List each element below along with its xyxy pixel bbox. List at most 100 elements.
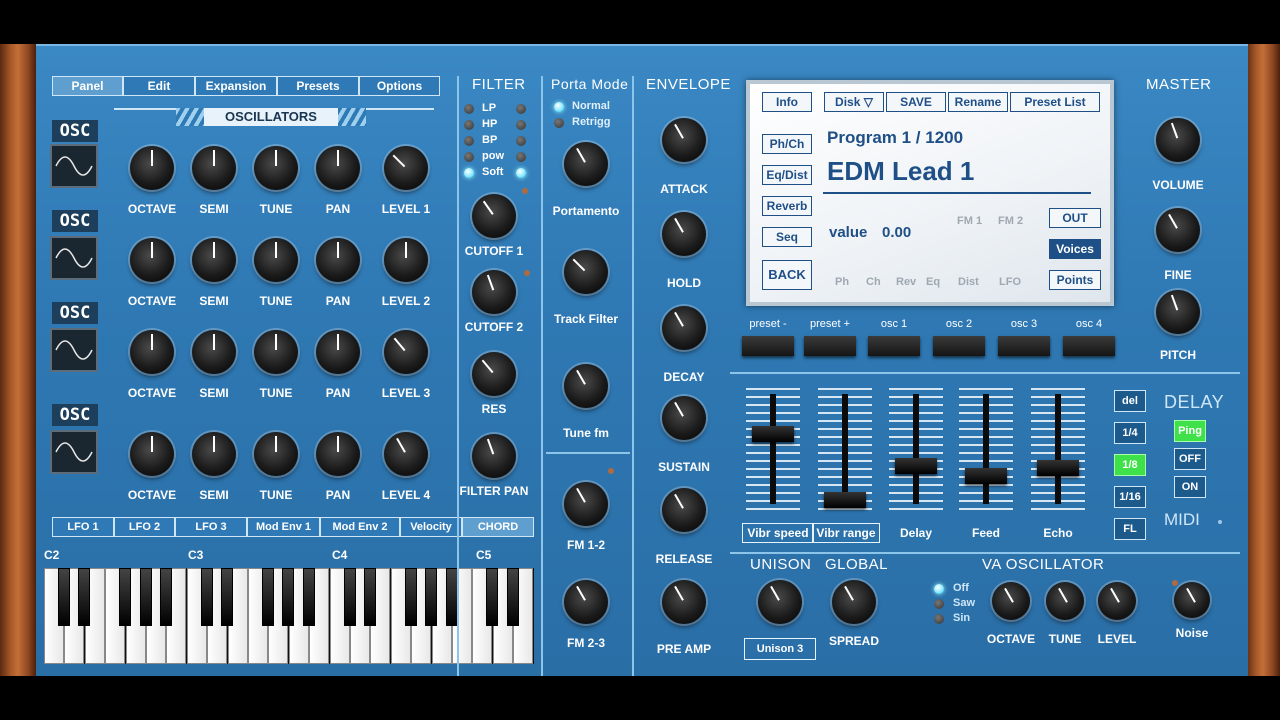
va-wave-led[interactable] xyxy=(934,584,944,594)
knob-track-filter[interactable] xyxy=(564,250,608,294)
fader-handle-echo[interactable] xyxy=(1037,460,1079,476)
pad-osc-1[interactable] xyxy=(868,336,920,356)
knob-cutoff-2[interactable] xyxy=(472,270,516,314)
knob-pan[interactable] xyxy=(316,146,360,190)
delay-button-1-4[interactable]: 1/4 xyxy=(1114,422,1146,444)
knob-tune[interactable] xyxy=(254,330,298,374)
screen-button-out[interactable]: OUT xyxy=(1049,208,1101,228)
fader-track[interactable] xyxy=(842,394,848,504)
black-key[interactable] xyxy=(139,568,152,626)
screen-button-disk[interactable]: Disk ▽ xyxy=(824,92,884,112)
fader-handle-feed[interactable] xyxy=(965,468,1007,484)
black-key[interactable] xyxy=(262,568,274,626)
knob-semi[interactable] xyxy=(192,330,236,374)
va-wave-saw[interactable]: Saw xyxy=(953,597,975,609)
filter-type-bp[interactable]: BP xyxy=(482,134,497,146)
waveform-display[interactable] xyxy=(50,236,98,280)
black-key[interactable] xyxy=(58,568,70,626)
screen-button-ph-ch[interactable]: Ph/Ch xyxy=(762,134,812,154)
pad-preset[interactable] xyxy=(742,336,794,356)
porta-led[interactable] xyxy=(554,118,564,128)
tab-mod-env-1[interactable]: Mod Env 1 xyxy=(247,517,320,537)
tab-edit[interactable]: Edit xyxy=(123,76,195,96)
delay-mode-off[interactable]: OFF xyxy=(1174,448,1206,470)
knob-sustain[interactable] xyxy=(662,396,706,440)
screen-button-save[interactable]: SAVE xyxy=(886,92,946,112)
filter-type-hp[interactable]: HP xyxy=(482,118,497,130)
knob-fm-2-3[interactable] xyxy=(564,580,608,624)
screen-button-points[interactable]: Points xyxy=(1049,270,1101,290)
waveform-display[interactable] xyxy=(50,328,98,372)
tab-lfo-1[interactable]: LFO 1 xyxy=(52,517,114,537)
black-key[interactable] xyxy=(302,568,315,626)
black-key[interactable] xyxy=(78,568,91,626)
black-key[interactable] xyxy=(364,568,376,626)
knob-pitch[interactable] xyxy=(1156,290,1200,334)
knob-hold[interactable] xyxy=(662,212,706,256)
black-key[interactable] xyxy=(506,568,519,626)
knob-attack[interactable] xyxy=(662,118,706,162)
black-key[interactable] xyxy=(200,568,213,626)
tab-chord[interactable]: CHORD xyxy=(462,517,534,537)
knob-tune[interactable] xyxy=(254,238,298,282)
knob-va-level[interactable] xyxy=(1098,582,1136,620)
delay-button-1-16[interactable]: 1/16 xyxy=(1114,486,1146,508)
waveform-display[interactable] xyxy=(50,144,98,188)
knob-pan[interactable] xyxy=(316,238,360,282)
knob-semi[interactable] xyxy=(192,238,236,282)
delay-button-fl[interactable]: FL xyxy=(1114,518,1146,540)
black-key[interactable] xyxy=(160,568,172,626)
fader-track[interactable] xyxy=(983,394,989,504)
tab-options[interactable]: Options xyxy=(359,76,440,96)
knob-va-tune[interactable] xyxy=(1046,582,1084,620)
knob-unison[interactable] xyxy=(758,580,802,624)
fader-handle-vibr-range[interactable] xyxy=(824,492,866,508)
tab-expansion[interactable]: Expansion xyxy=(195,76,277,96)
filter-led-left[interactable] xyxy=(464,152,474,162)
delay-mode-on[interactable]: ON xyxy=(1174,476,1206,498)
fader-track[interactable] xyxy=(770,394,776,504)
knob-level-2[interactable] xyxy=(384,238,428,282)
knob-tune[interactable] xyxy=(254,146,298,190)
knob-level-1[interactable] xyxy=(384,146,428,190)
knob-level-4[interactable] xyxy=(384,432,428,476)
filter-led-right[interactable] xyxy=(516,104,526,114)
waveform-display[interactable] xyxy=(50,430,98,474)
tab-mod-env-2[interactable]: Mod Env 2 xyxy=(320,517,400,537)
black-key[interactable] xyxy=(119,568,132,626)
filter-led-right[interactable] xyxy=(516,120,526,130)
tab-presets[interactable]: Presets xyxy=(277,76,359,96)
knob-pre-amp[interactable] xyxy=(662,580,706,624)
knob-va-octave[interactable] xyxy=(992,582,1030,620)
screen-button-preset-list[interactable]: Preset List xyxy=(1010,92,1100,112)
fader-handle-vibr-speed[interactable] xyxy=(752,426,794,442)
delay-button-del[interactable]: del xyxy=(1114,390,1146,412)
delay-button-1-8[interactable]: 1/8 xyxy=(1114,454,1146,476)
knob-octave[interactable] xyxy=(130,238,174,282)
knob-noise[interactable] xyxy=(1174,582,1210,618)
knob-semi[interactable] xyxy=(192,432,236,476)
filter-led-right[interactable] xyxy=(516,152,526,162)
black-key[interactable] xyxy=(282,568,295,626)
porta-led[interactable] xyxy=(554,102,564,112)
va-wave-led[interactable] xyxy=(934,614,944,624)
fader-track[interactable] xyxy=(1055,394,1061,504)
knob-octave[interactable] xyxy=(130,330,174,374)
knob-pan[interactable] xyxy=(316,432,360,476)
knob-decay[interactable] xyxy=(662,306,706,350)
knob-semi[interactable] xyxy=(192,146,236,190)
screen-button-seq[interactable]: Seq xyxy=(762,227,812,247)
screen-button-eq-dist[interactable]: Eq/Dist xyxy=(762,165,812,185)
filter-led-right[interactable] xyxy=(516,168,526,178)
tab-lfo-3[interactable]: LFO 3 xyxy=(175,517,247,537)
knob-pan[interactable] xyxy=(316,330,360,374)
knob-volume[interactable] xyxy=(1156,118,1200,162)
va-wave-off[interactable]: Off xyxy=(953,582,969,594)
knob-tune-fm[interactable] xyxy=(564,364,608,408)
black-key[interactable] xyxy=(221,568,234,626)
delay-mode-ping[interactable]: Ping xyxy=(1174,420,1206,442)
knob-cutoff-1[interactable] xyxy=(472,194,516,238)
filter-led-left[interactable] xyxy=(464,104,474,114)
porta-mode-normal[interactable]: Normal xyxy=(572,100,610,112)
filter-type-pow[interactable]: pow xyxy=(482,150,504,162)
